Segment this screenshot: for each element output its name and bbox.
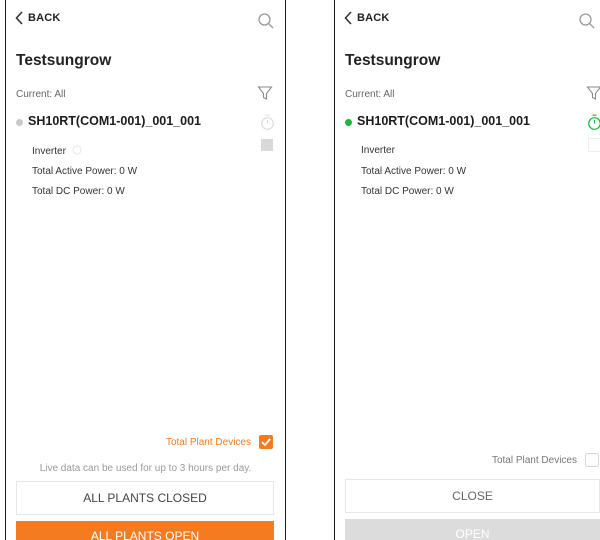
status-dot — [16, 119, 23, 126]
total-plant-devices-checkbox[interactable] — [585, 453, 599, 467]
live-data-note: Live data can be used for up to 3 hours … — [39, 463, 252, 474]
chevron-left-icon — [15, 11, 23, 25]
search-icon[interactable] — [578, 12, 596, 30]
device-row[interactable]: SH10RT(COM1-001)_001_001 — [345, 114, 600, 132]
device-row[interactable]: SH10RT(COM1-001)_001_001 — [16, 114, 275, 132]
page-title: Testsungrow — [345, 52, 441, 69]
top-bar: BACK — [343, 10, 596, 34]
left-phone-screen: BACK Testsungrow Current: All SH10RT(COM… — [5, 0, 286, 540]
total-plant-devices-label: Total Plant Devices — [491, 455, 577, 466]
top-bar: BACK — [14, 10, 275, 34]
chevron-left-icon — [344, 11, 352, 25]
device-select-box[interactable] — [588, 138, 600, 152]
right-phone-screen: BACK Testsungrow Current: All SH10RT(COM… — [334, 0, 600, 540]
close-button[interactable]: CLOSE — [345, 479, 600, 513]
info-icon — [72, 145, 82, 155]
back-label: BACK — [357, 12, 390, 24]
total-dc-power: Total DC Power: 0 W — [32, 186, 125, 197]
all-plants-open-button[interactable]: ALL PLANTS OPEN — [16, 521, 274, 540]
device-select-box[interactable] — [261, 139, 273, 151]
current-filter-label: Current: All — [16, 89, 66, 100]
device-type: Inverter — [32, 145, 82, 157]
device-name: SH10RT(COM1-001)_001_001 — [28, 114, 202, 128]
search-icon[interactable] — [257, 12, 275, 30]
page-title: Testsungrow — [16, 52, 112, 69]
back-button[interactable]: BACK — [343, 10, 390, 26]
total-active-power: Total Active Power: 0 W — [32, 166, 138, 177]
total-plant-devices-checkbox[interactable] — [259, 435, 273, 449]
timer-icon[interactable] — [260, 114, 275, 131]
open-button[interactable]: OPEN — [345, 519, 600, 540]
all-plants-closed-button[interactable]: ALL PLANTS CLOSED — [16, 481, 274, 515]
status-dot — [345, 119, 352, 126]
total-active-power: Total Active Power: 0 W — [361, 166, 467, 177]
device-name: SH10RT(COM1-001)_001_001 — [357, 114, 531, 128]
device-type: Inverter — [361, 145, 395, 156]
filter-icon[interactable] — [257, 85, 273, 101]
back-button[interactable]: BACK — [14, 10, 61, 26]
device-type-label: Inverter — [32, 146, 66, 157]
total-dc-power: Total DC Power: 0 W — [361, 186, 454, 197]
check-icon — [261, 438, 271, 447]
back-label: BACK — [28, 12, 61, 24]
total-plant-devices-label: Total Plant Devices — [165, 437, 251, 448]
timer-icon[interactable] — [587, 114, 600, 131]
current-filter-label: Current: All — [345, 89, 395, 100]
filter-icon[interactable] — [586, 85, 600, 101]
